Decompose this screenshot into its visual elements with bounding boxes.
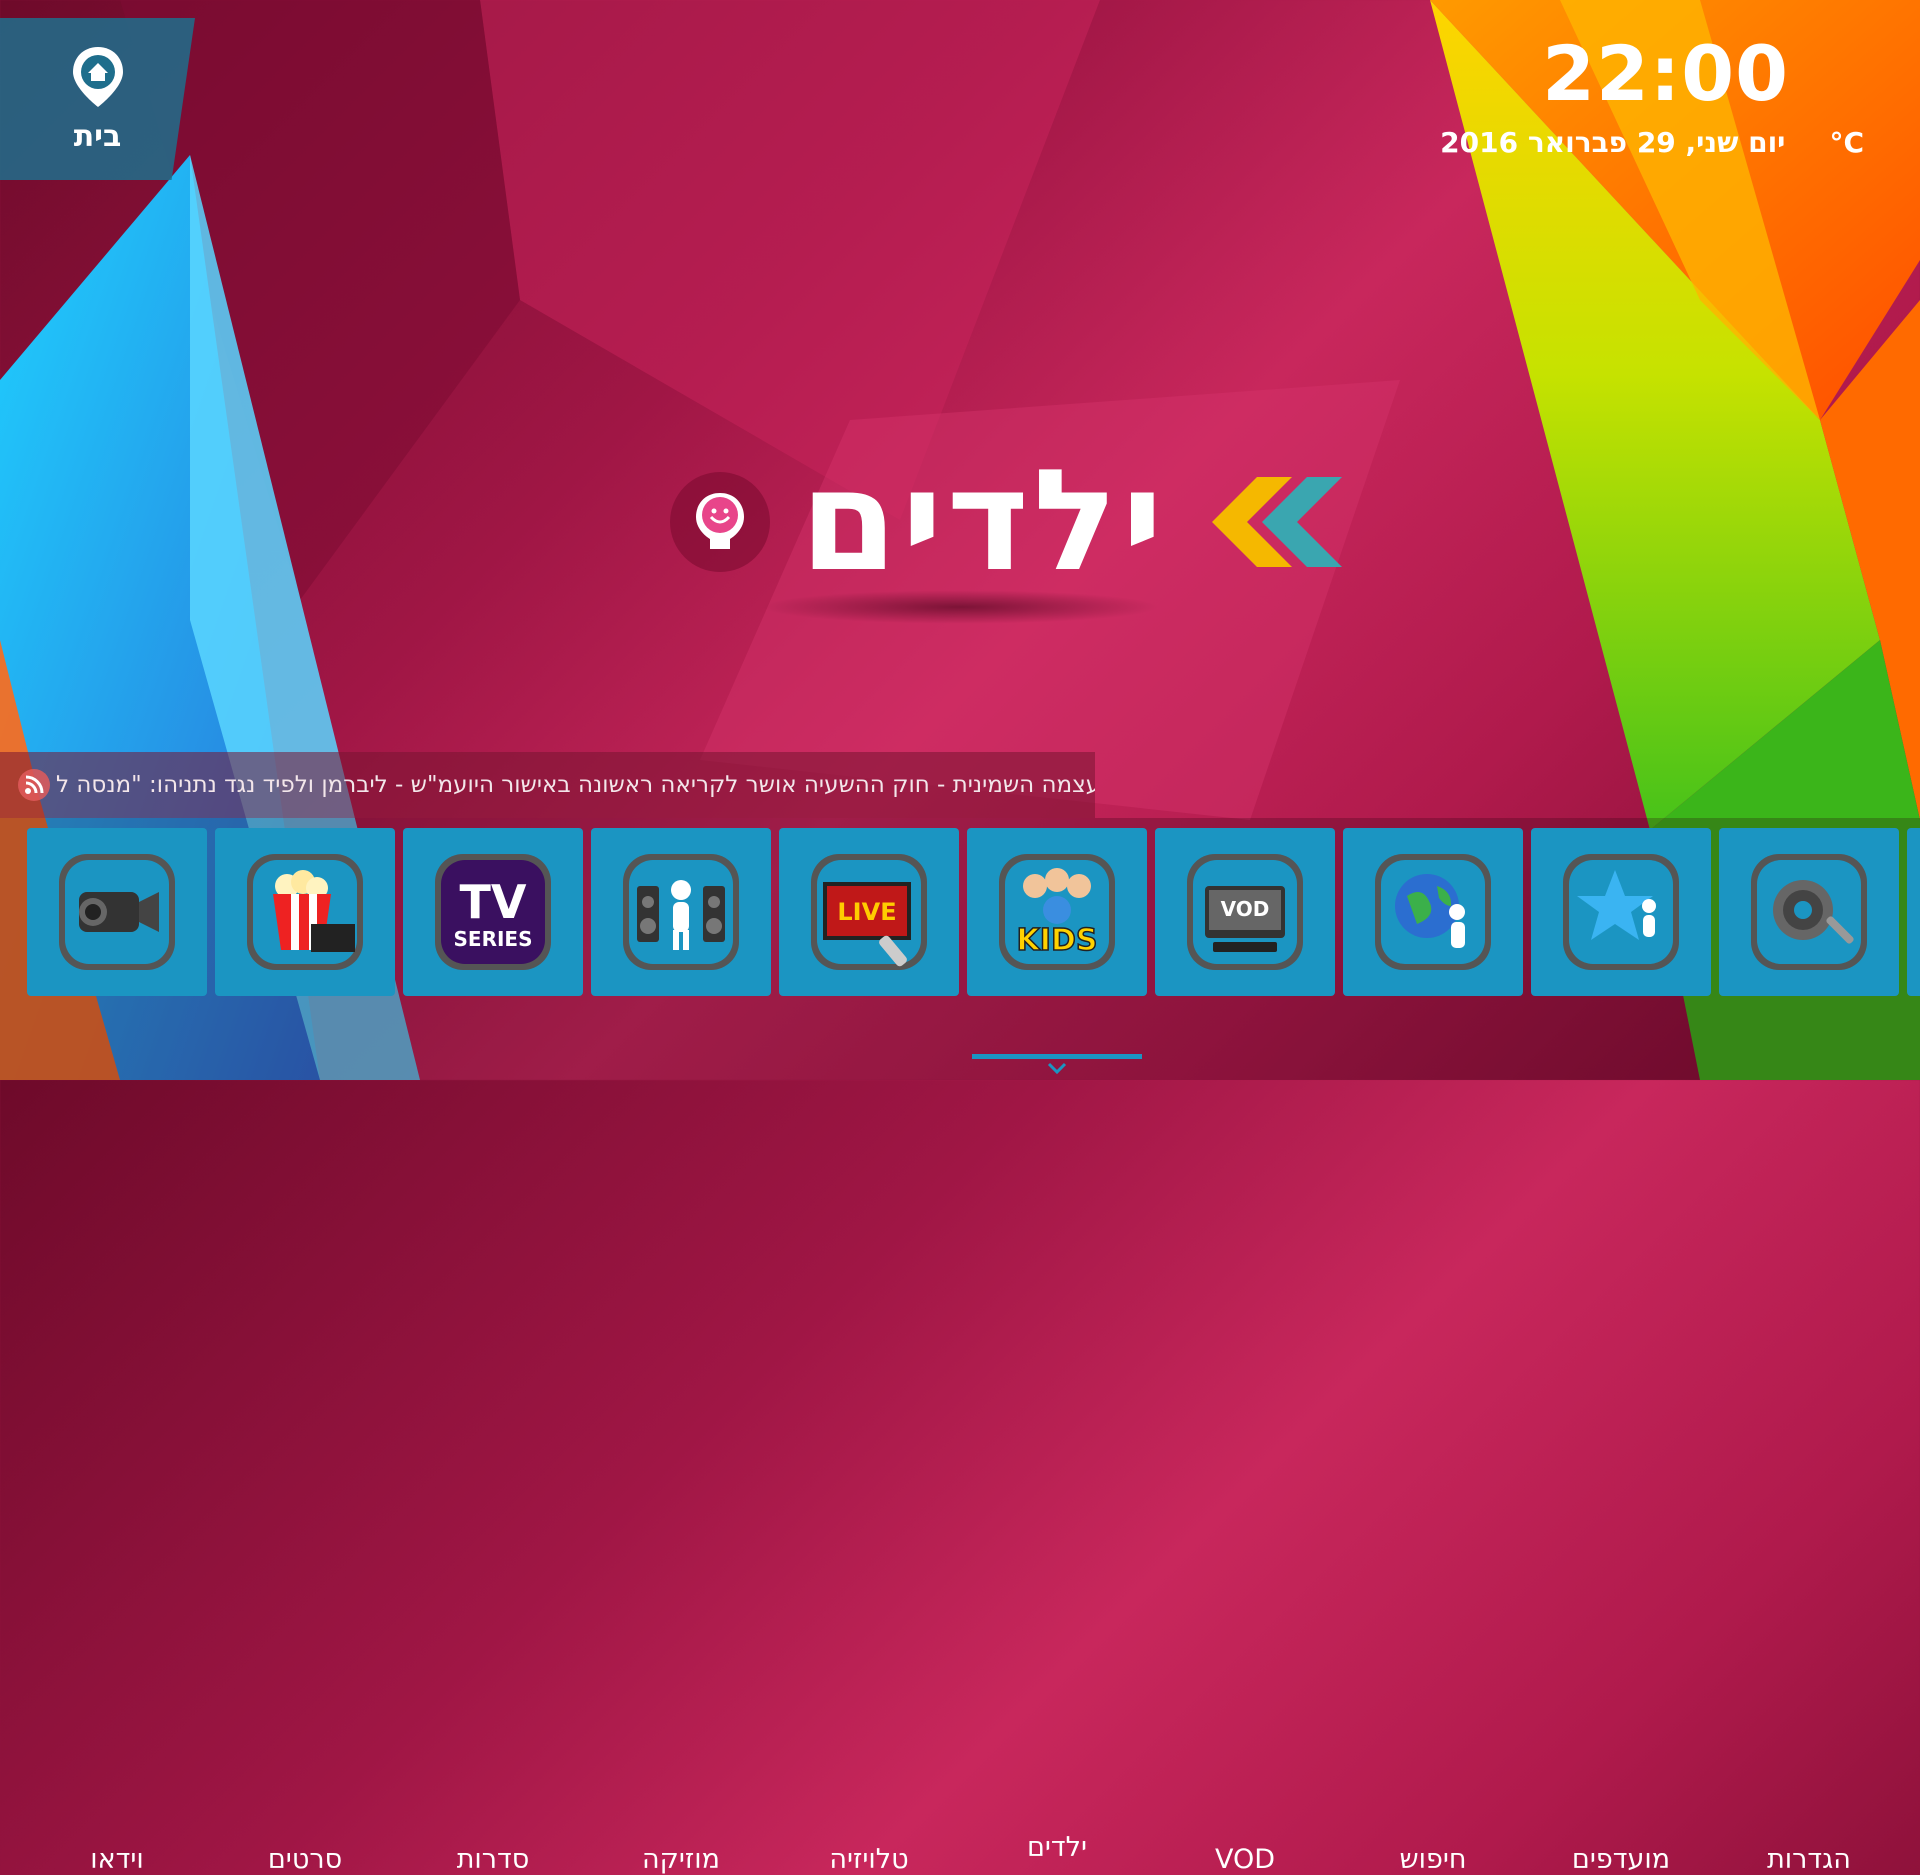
menu-tile-video[interactable] <box>27 828 207 996</box>
clock-date: יום שני, 29 פברואר 2016 <box>1440 126 1786 159</box>
menu-tile-movies[interactable] <box>215 828 395 996</box>
music-speakers-icon <box>623 854 739 970</box>
kids-smiley-icon <box>670 471 770 572</box>
vod-icon: VOD <box>1187 854 1303 970</box>
video-camera-icon <box>59 854 175 970</box>
menu-label-search: חיפוש <box>1399 1844 1467 1875</box>
home-button[interactable]: בית <box>0 18 195 180</box>
svg-text:KIDS: KIDS <box>1017 923 1098 958</box>
ticker-text: א המעצמה השמינית - חוק ההשעיה אושר לקריא… <box>56 772 1095 798</box>
globe-search-icon <box>1375 854 1491 970</box>
home-label: בית <box>73 118 122 154</box>
menu-label-kids: ילדים <box>1026 1832 1088 1863</box>
menu-tile-partial <box>1907 828 1920 996</box>
kids-icon: KIDS <box>999 854 1115 970</box>
chevron-left-icon <box>1211 476 1342 567</box>
favorites-star-icon <box>1563 854 1679 970</box>
popcorn-clapper-icon <box>247 854 363 970</box>
menu-tile-vod[interactable]: VOD <box>1155 828 1335 996</box>
menu-tile-favorites[interactable] <box>1531 828 1711 996</box>
section-title: ילדים <box>670 440 1357 603</box>
menu-label-tv: טלויזיה <box>829 1844 909 1875</box>
settings-gear-icon <box>1751 854 1867 970</box>
menu-tile-music[interactable] <box>591 828 771 996</box>
menu-label-series: סדרות <box>456 1844 530 1875</box>
menu-tile-search[interactable] <box>1343 828 1523 996</box>
menu-label-favorites: מועדפים <box>1571 1844 1671 1875</box>
main-menu: וידאו סרטים TV SERIES סדרות מוזיקה LIVE <box>0 818 1920 1875</box>
selected-indicator <box>972 1054 1142 1059</box>
svg-text:TV: TV <box>460 875 527 929</box>
menu-label-music: מוזיקה <box>642 1844 720 1875</box>
news-ticker: א המעצמה השמינית - חוק ההשעיה אושר לקריא… <box>0 752 1095 818</box>
menu-label-vod: VOD <box>1214 1844 1276 1875</box>
home-pin-icon <box>72 46 123 107</box>
menu-tile-tv[interactable]: LIVE <box>779 828 959 996</box>
clock-time: 22:00 <box>1542 29 1789 118</box>
svg-text:VOD: VOD <box>1221 897 1270 921</box>
menu-label-settings: הגדרות <box>1767 1844 1851 1875</box>
menu-tile-series[interactable]: TV SERIES <box>403 828 583 996</box>
svg-text:SERIES: SERIES <box>454 927 533 951</box>
menu-tile-kids[interactable]: KIDS <box>967 828 1147 996</box>
tv-series-icon: TV SERIES <box>435 854 551 970</box>
menu-label-video: וידאו <box>90 1844 144 1875</box>
menu-label-movies: סרטים <box>267 1844 343 1875</box>
rss-icon <box>18 769 50 801</box>
section-title-text: ילדים <box>800 440 1167 603</box>
temperature-unit: °C <box>1829 126 1864 159</box>
chevron-down-icon <box>1047 1062 1067 1074</box>
svg-text:LIVE: LIVE <box>837 898 896 926</box>
clock-widget: 22:00 יום שני, 29 פברואר 2016 °C <box>1440 29 1864 160</box>
live-tv-icon: LIVE <box>811 854 927 970</box>
menu-tile-settings[interactable] <box>1719 828 1899 996</box>
